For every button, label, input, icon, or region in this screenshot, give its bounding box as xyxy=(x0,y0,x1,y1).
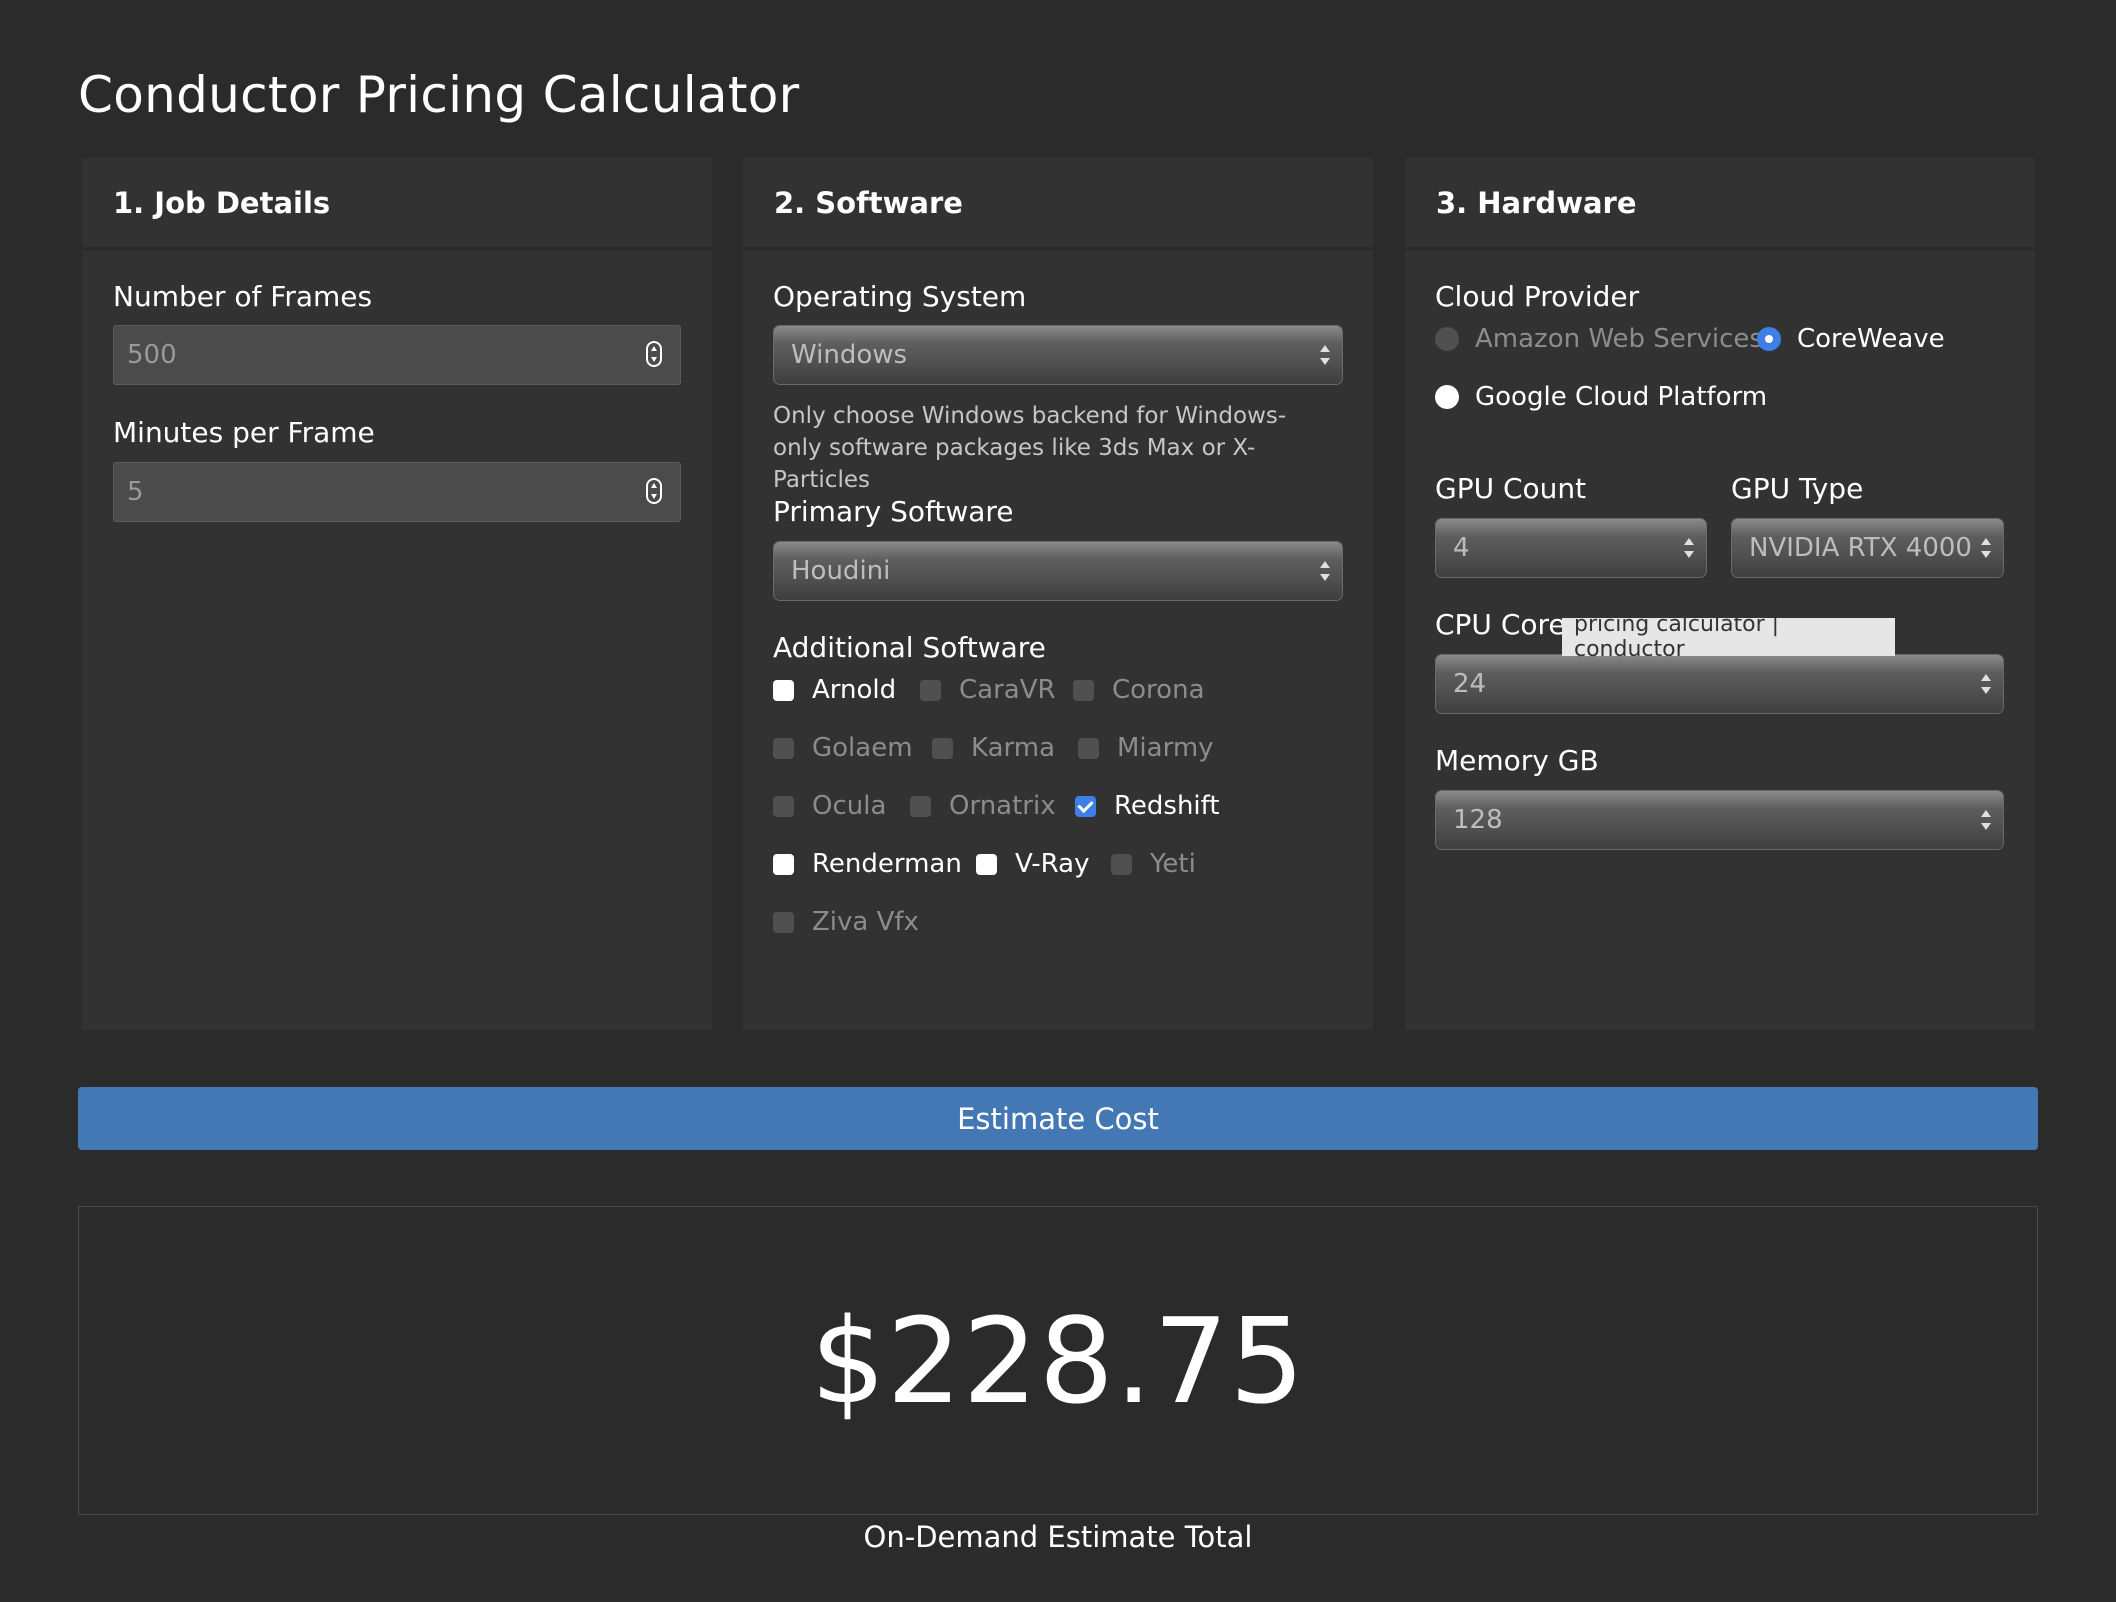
checkbox-label: Yeti xyxy=(1150,849,1196,879)
hardware-panel: 3. Hardware Cloud Provider Amazon Web Se… xyxy=(1405,158,2035,1030)
checkbox-ziva-vfx[interactable]: Ziva Vfx xyxy=(773,905,919,939)
minutes-input[interactable]: 5 xyxy=(113,462,681,522)
frames-label: Number of Frames xyxy=(113,280,373,313)
checkbox-label: Redshift xyxy=(1114,791,1220,821)
checkbox-karma[interactable]: Karma xyxy=(932,731,1055,765)
checkbox-label: Golaem xyxy=(812,733,913,763)
software-header: 2. Software xyxy=(743,158,1373,250)
gpu-count-label: GPU Count xyxy=(1435,472,1587,505)
stepper-icon[interactable] xyxy=(646,478,662,504)
os-label: Operating System xyxy=(773,280,1027,313)
checkbox-icon[interactable] xyxy=(1073,679,1094,701)
checkbox-icon[interactable] xyxy=(773,911,794,933)
checkbox-icon[interactable] xyxy=(920,679,941,701)
checkbox-label: Arnold xyxy=(812,675,897,705)
cloud-provider-label: Cloud Provider xyxy=(1435,280,1640,313)
checkbox-redshift[interactable]: Redshift xyxy=(1075,789,1220,823)
frames-value: 500 xyxy=(127,340,177,370)
gpu-count-select[interactable]: 4 xyxy=(1435,518,1707,578)
radio-icon[interactable] xyxy=(1435,385,1459,409)
checkbox-label: Ocula xyxy=(812,791,887,821)
hardware-header: 3. Hardware xyxy=(1405,158,2035,250)
checkbox-label: Miarmy xyxy=(1117,733,1214,763)
checkbox-label: Ziva Vfx xyxy=(812,907,919,937)
radio-aws[interactable]: Amazon Web Services xyxy=(1435,321,1763,357)
checkbox-label: Corona xyxy=(1112,675,1205,705)
checkbox-corona[interactable]: Corona xyxy=(1073,673,1205,707)
estimate-cost-button[interactable]: Estimate Cost xyxy=(78,1087,2038,1150)
primary-software-label: Primary Software xyxy=(773,495,1014,528)
gpu-type-value: NVIDIA RTX 4000 xyxy=(1749,533,1972,563)
memory-select[interactable]: 128 xyxy=(1435,790,2004,850)
radio-label: Amazon Web Services xyxy=(1475,324,1763,354)
select-arrow-icon xyxy=(1684,536,1694,560)
estimate-total-value: $228.75 xyxy=(810,1291,1306,1430)
job-details-panel: 1. Job Details Number of Frames 500 Minu… xyxy=(82,158,712,1030)
radio-icon[interactable] xyxy=(1757,327,1781,351)
checkbox-vray[interactable]: V-Ray xyxy=(976,847,1089,881)
minutes-label: Minutes per Frame xyxy=(113,416,375,449)
checkbox-icon[interactable] xyxy=(1078,737,1099,759)
estimate-caption: On-Demand Estimate Total xyxy=(863,1520,1253,1554)
checkbox-caravr[interactable]: CaraVR xyxy=(920,673,1056,707)
result-box: $228.75 xyxy=(78,1206,2038,1515)
page-title: Conductor Pricing Calculator xyxy=(78,66,800,124)
memory-label: Memory GB xyxy=(1435,744,1599,777)
select-arrow-icon xyxy=(1981,672,1991,696)
primary-software-select[interactable]: Houdini xyxy=(773,541,1343,601)
select-arrow-icon xyxy=(1981,808,1991,832)
checkbox-label: Karma xyxy=(971,733,1056,763)
select-arrow-icon xyxy=(1320,559,1330,583)
checkbox-label: V-Ray xyxy=(1015,849,1090,879)
select-arrow-icon xyxy=(1320,343,1330,367)
primary-software-value: Houdini xyxy=(791,556,891,586)
additional-software-label: Additional Software xyxy=(773,631,1046,664)
minutes-value: 5 xyxy=(127,477,144,507)
gpu-type-label: GPU Type xyxy=(1731,472,1864,505)
cpu-cores-select[interactable]: 24 xyxy=(1435,654,2004,714)
checkbox-label: CaraVR xyxy=(959,675,1056,705)
radio-icon[interactable] xyxy=(1435,327,1459,351)
radio-label: Google Cloud Platform xyxy=(1475,382,1768,412)
checkbox-label: Renderman xyxy=(812,849,962,879)
os-value: Windows xyxy=(791,340,908,370)
cpu-cores-label: CPU Cores xyxy=(1435,608,1581,641)
checkbox-yeti[interactable]: Yeti xyxy=(1111,847,1196,881)
radio-coreweave[interactable]: CoreWeave xyxy=(1757,321,1945,357)
select-arrow-icon xyxy=(1981,536,1991,560)
checkbox-icon[interactable] xyxy=(773,795,794,817)
frames-input[interactable]: 500 xyxy=(113,325,681,385)
checkbox-icon[interactable] xyxy=(932,737,953,759)
os-select[interactable]: Windows xyxy=(773,325,1343,385)
job-details-header: 1. Job Details xyxy=(82,158,712,250)
software-panel: 2. Software Operating System Windows Onl… xyxy=(743,158,1373,1030)
tooltip: pricing calculator | conductor xyxy=(1562,612,1895,662)
gpu-count-value: 4 xyxy=(1453,533,1470,563)
checkbox-icon[interactable] xyxy=(1075,795,1096,817)
checkbox-label: Ornatrix xyxy=(949,791,1056,821)
stepper-icon[interactable] xyxy=(646,341,662,367)
checkbox-icon[interactable] xyxy=(976,853,997,875)
radio-gcp[interactable]: Google Cloud Platform xyxy=(1435,379,1767,415)
checkbox-ocula[interactable]: Ocula xyxy=(773,789,886,823)
checkbox-icon[interactable] xyxy=(1111,853,1132,875)
radio-label: CoreWeave xyxy=(1797,324,1945,354)
checkbox-miarmy[interactable]: Miarmy xyxy=(1078,731,1214,765)
os-hint: Only choose Windows backend for Windows-… xyxy=(773,403,1287,493)
gpu-type-select[interactable]: NVIDIA RTX 4000 xyxy=(1731,518,2004,578)
checkbox-golaem[interactable]: Golaem xyxy=(773,731,913,765)
memory-value: 128 xyxy=(1453,805,1503,835)
checkbox-icon[interactable] xyxy=(773,737,794,759)
cpu-cores-value: 24 xyxy=(1453,669,1487,699)
checkbox-renderman[interactable]: Renderman xyxy=(773,847,962,881)
checkbox-arnold[interactable]: Arnold xyxy=(773,673,896,707)
checkbox-ornatrix[interactable]: Ornatrix xyxy=(910,789,1056,823)
checkbox-icon[interactable] xyxy=(773,853,794,875)
checkbox-icon[interactable] xyxy=(910,795,931,817)
checkbox-icon[interactable] xyxy=(773,679,794,701)
